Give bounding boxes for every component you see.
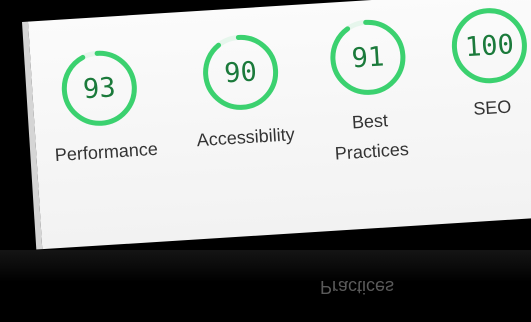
best-practices-score: 91 [350, 40, 386, 74]
reflection-text: Practices [320, 277, 395, 297]
screenshot-stage: 93 Performance 90 Accessibility 91 Best … [0, 0, 531, 322]
accessibility-score: 90 [223, 55, 258, 89]
performance-score: 93 [82, 71, 117, 105]
accessibility-label: Accessibility [196, 124, 296, 151]
best-practices-label-line2: Practices [334, 138, 410, 164]
best-practices-label: Best Practices [314, 103, 428, 170]
lighthouse-scores-card: 93 Performance 90 Accessibility 91 Best … [22, 0, 531, 250]
performance-gauge[interactable]: 93 [58, 47, 141, 130]
card-reflection: Practices [0, 250, 531, 322]
accessibility-gauge[interactable]: 90 [199, 31, 282, 114]
reflection-fade [0, 250, 531, 322]
seo-label: SEO [472, 96, 512, 119]
best-practices-gauge[interactable]: 91 [327, 16, 410, 99]
seo-gauge[interactable]: 100 [448, 4, 531, 87]
seo-score: 100 [464, 28, 515, 63]
performance-label: Performance [54, 138, 159, 166]
